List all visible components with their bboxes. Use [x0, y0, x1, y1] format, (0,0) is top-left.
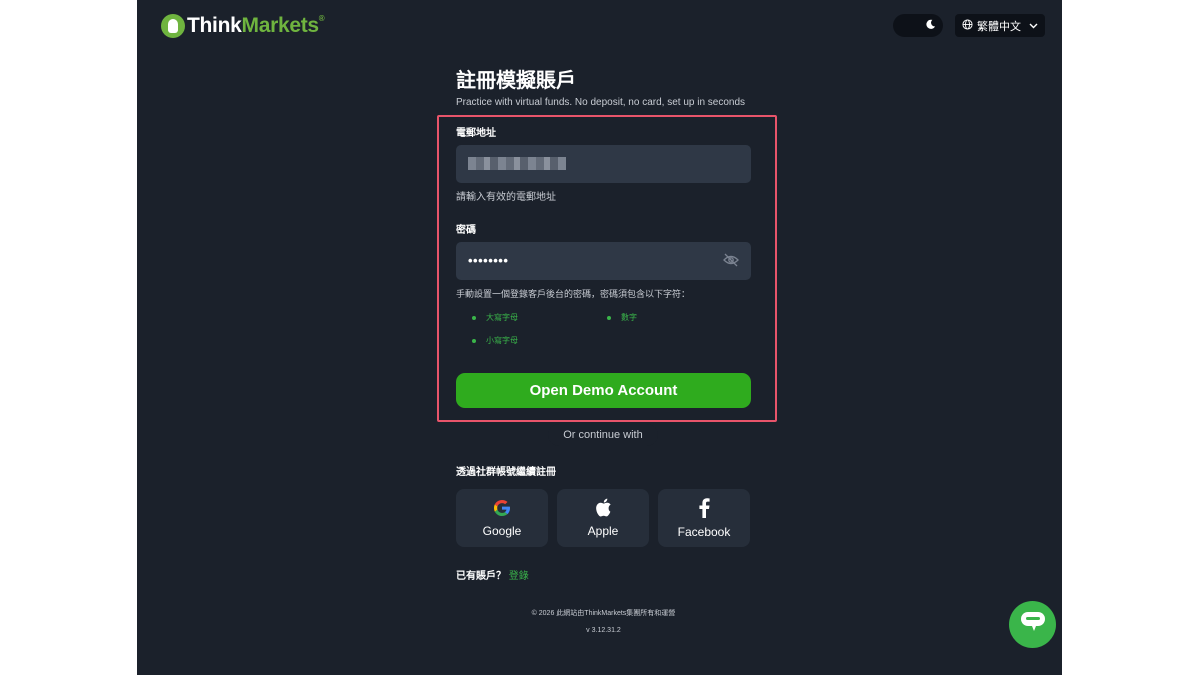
language-select[interactable]: 繁體中文 [955, 14, 1045, 37]
chat-button[interactable] [1009, 601, 1056, 648]
facebook-icon [698, 497, 710, 521]
lightbulb-icon [161, 14, 185, 38]
language-label: 繁體中文 [977, 20, 1021, 33]
logo-text-markets: Markets [241, 14, 320, 37]
chevron-down-icon [1029, 20, 1038, 32]
login-prompt-text: 已有賬戶？ [456, 571, 506, 582]
password-label: 密碼 [456, 225, 476, 236]
facebook-label: Facebook [677, 524, 731, 539]
rule-lowercase: 小寫字母 [472, 335, 518, 346]
apple-icon [595, 498, 612, 520]
password-value: •••••••• [468, 253, 509, 268]
footer-version: v 3.12.31.2 [586, 627, 621, 634]
footer-copyright: © 2026 此網站由ThinkMarkets集團所有和運營 [531, 610, 676, 617]
google-label: Google [482, 523, 522, 538]
or-continue-divider: Or continue with [548, 424, 658, 446]
open-demo-account-button[interactable]: Open Demo Account [456, 373, 751, 408]
logo-text-think: Think [187, 14, 242, 37]
email-label: 電郵地址 [456, 128, 496, 139]
thinkmarkets-logo[interactable]: ThinkMarkets® [161, 12, 325, 40]
chat-bubble-icon [1020, 611, 1046, 638]
apple-button[interactable]: Apple [557, 489, 649, 547]
facebook-button[interactable]: Facebook [658, 489, 750, 547]
rule-uppercase: 大寫字母 [472, 312, 518, 323]
theme-toggle[interactable] [893, 14, 943, 37]
page-subtitle: Practice with virtual funds. No deposit,… [456, 97, 746, 108]
logo-registered-mark: ® [318, 14, 325, 23]
eye-off-icon[interactable] [723, 253, 739, 272]
globe-icon [962, 18, 973, 33]
email-field[interactable] [456, 145, 751, 183]
redacted-email-value [468, 157, 566, 170]
google-icon [493, 499, 511, 520]
google-button[interactable]: Google [456, 489, 548, 547]
rule-number: 數字 [607, 312, 637, 323]
page-title: 註冊模擬賬戶 [456, 70, 576, 92]
login-prompt: 已有賬戶？ 登錄 [456, 567, 529, 582]
password-hint: 手動設置一個登錄客戶後台的密碼，密碼須包含以下字符： [456, 289, 691, 299]
apple-label: Apple [587, 524, 619, 538]
moon-icon [925, 18, 936, 33]
email-hint: 請輸入有效的電郵地址 [456, 192, 556, 203]
login-link[interactable]: 登錄 [509, 571, 529, 582]
password-field[interactable]: •••••••• [456, 242, 751, 280]
social-signup-label: 透過社群帳號繼續註冊 [456, 467, 556, 478]
